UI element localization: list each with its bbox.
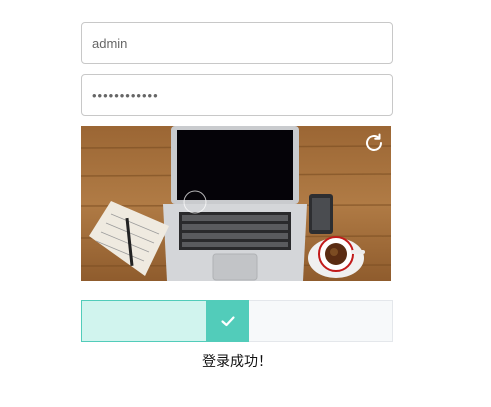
- status-message: 登录成功！: [202, 354, 272, 370]
- username-field[interactable]: [81, 22, 393, 64]
- password-input[interactable]: [92, 87, 382, 103]
- username-input[interactable]: [92, 35, 382, 51]
- verify-slider[interactable]: [81, 300, 393, 342]
- password-field[interactable]: [81, 74, 393, 116]
- refresh-icon[interactable]: [362, 131, 386, 155]
- slider-progress-fill: [81, 300, 207, 342]
- captcha-photo: [81, 126, 391, 281]
- slider-knob[interactable]: [206, 300, 249, 342]
- captcha-image: [81, 126, 391, 281]
- checkmark-icon: [220, 316, 235, 327]
